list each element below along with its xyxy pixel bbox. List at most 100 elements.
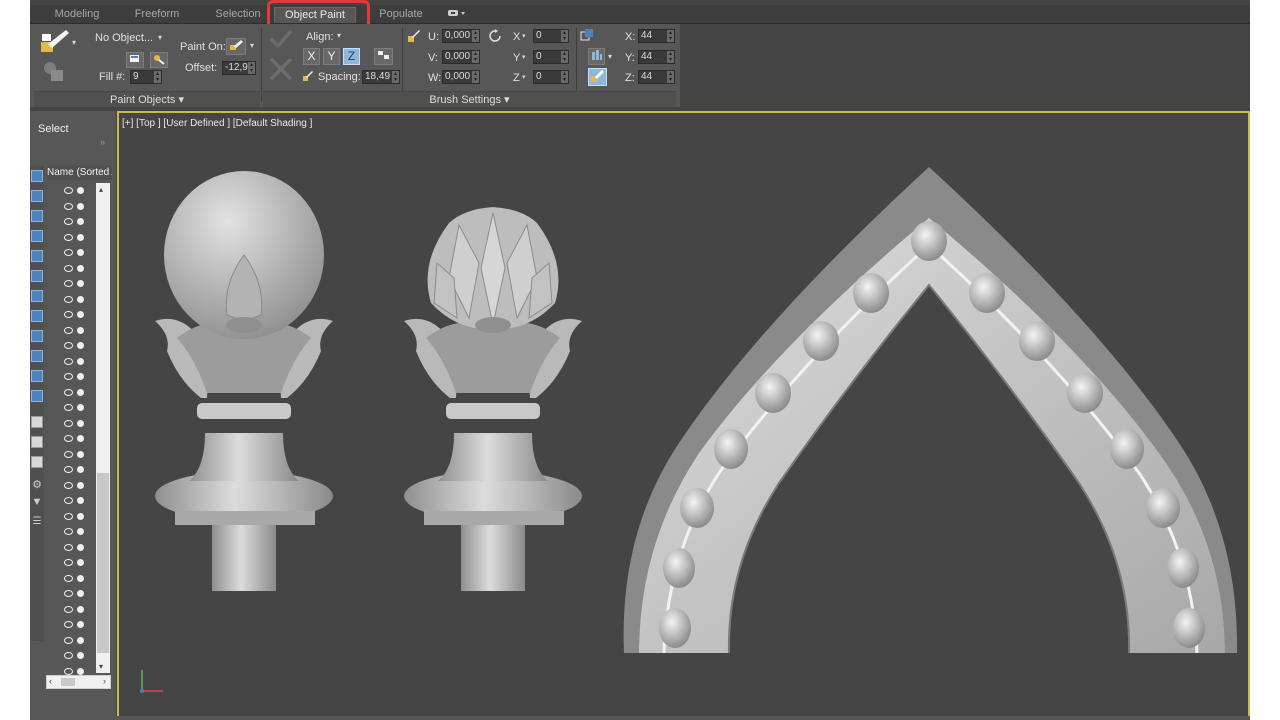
list-item[interactable] xyxy=(64,184,94,198)
freeze-dot-icon[interactable] xyxy=(77,528,84,535)
fill-number-spinner[interactable]: 9 ▴ ▾ xyxy=(130,70,162,84)
rot-x-dropdown-icon[interactable]: ▾ xyxy=(522,32,526,40)
egg-finial-model[interactable] xyxy=(155,171,333,591)
tab-populate[interactable]: Populate xyxy=(366,7,436,23)
filter-funnel-icon[interactable]: ▼ xyxy=(30,496,44,508)
visibility-eye-icon[interactable] xyxy=(64,435,73,442)
freeze-dot-icon[interactable] xyxy=(77,450,84,458)
list-item[interactable] xyxy=(64,308,94,322)
align-dropdown-icon[interactable]: ▾ xyxy=(337,31,341,40)
visibility-eye-icon[interactable] xyxy=(64,621,73,628)
rot-z-spinner[interactable]: 0 ▴ ▾ xyxy=(533,70,569,84)
offset-spinner[interactable]: -12,9 ▴ ▾ xyxy=(222,61,256,75)
visibility-eye-icon[interactable] xyxy=(64,295,73,303)
list-item[interactable] xyxy=(64,262,94,276)
visibility-eye-icon[interactable] xyxy=(64,218,73,225)
paint-objects-footer[interactable]: Paint Objects ▾ xyxy=(34,91,260,107)
visibility-eye-icon[interactable] xyxy=(64,249,73,256)
freeze-dot-icon[interactable] xyxy=(77,590,84,597)
filter-bones-icon[interactable] xyxy=(31,330,43,342)
tab-freeform[interactable]: Freeform xyxy=(120,7,194,23)
freeze-dot-icon[interactable] xyxy=(77,512,84,520)
filter-groups-icon[interactable] xyxy=(31,290,43,302)
visibility-eye-icon[interactable] xyxy=(64,667,73,675)
freeze-dot-icon[interactable] xyxy=(77,621,84,628)
list-item[interactable] xyxy=(64,293,94,307)
cancel-x-icon[interactable] xyxy=(268,56,294,82)
visibility-eye-icon[interactable] xyxy=(64,233,73,241)
list-item[interactable] xyxy=(64,618,94,632)
scroll-down-icon[interactable]: ▾ xyxy=(99,662,103,671)
freeze-dot-icon[interactable] xyxy=(77,233,84,241)
visibility-eye-icon[interactable] xyxy=(64,605,73,613)
scrollbar-thumb[interactable] xyxy=(97,473,109,653)
scroll-up-icon[interactable]: ▴ xyxy=(99,185,103,194)
visibility-eye-icon[interactable] xyxy=(64,404,73,411)
list-item[interactable] xyxy=(64,324,94,338)
freeze-dot-icon[interactable] xyxy=(77,295,84,303)
visibility-eye-icon[interactable] xyxy=(64,187,73,194)
freeze-dot-icon[interactable] xyxy=(77,466,84,473)
display-none-icon[interactable] xyxy=(31,436,43,448)
list-item[interactable] xyxy=(64,448,94,462)
align-y-button[interactable]: Y xyxy=(323,48,340,65)
rot-y-spinner[interactable]: 0 ▴ ▾ xyxy=(533,50,569,64)
tab-modeling[interactable]: Modeling xyxy=(38,7,116,23)
freeze-dot-icon[interactable] xyxy=(77,652,84,659)
filter-cameras-icon[interactable] xyxy=(31,230,43,242)
name-column-header[interactable]: Name (Sorted A xyxy=(47,166,112,180)
list-item[interactable] xyxy=(64,355,94,369)
visibility-eye-icon[interactable] xyxy=(64,388,73,396)
scale-x-spinner[interactable]: 44 ▴ ▾ xyxy=(638,29,675,43)
list-item[interactable] xyxy=(64,339,94,353)
freeze-dot-icon[interactable] xyxy=(77,497,84,504)
no-object-label[interactable]: No Object... xyxy=(95,32,153,44)
filter-frozen-icon[interactable] xyxy=(31,370,43,382)
list-item[interactable] xyxy=(64,572,94,586)
scale-z-spinner[interactable]: 44 ▴ ▾ xyxy=(638,70,675,84)
visibility-eye-icon[interactable] xyxy=(64,264,73,272)
visibility-eye-icon[interactable] xyxy=(64,450,73,458)
explorer-horizontal-scrollbar[interactable]: ‹ › xyxy=(46,675,111,689)
scroll-left-icon[interactable]: ‹ xyxy=(49,676,52,686)
freeze-dot-icon[interactable] xyxy=(77,326,84,334)
rot-y-dropdown-icon[interactable]: ▾ xyxy=(522,53,526,61)
freeze-dot-icon[interactable] xyxy=(77,218,84,225)
list-item[interactable] xyxy=(64,417,94,431)
brush-settings-footer[interactable]: Brush Settings ▾ xyxy=(263,91,676,107)
freeze-dot-icon[interactable] xyxy=(77,404,84,411)
freeze-dot-icon[interactable] xyxy=(77,605,84,613)
list-item[interactable] xyxy=(64,370,94,384)
freeze-dot-icon[interactable] xyxy=(77,249,84,256)
visibility-eye-icon[interactable] xyxy=(64,543,73,551)
paint-objects-icon[interactable] xyxy=(40,58,70,84)
freeze-dot-icon[interactable] xyxy=(77,202,84,210)
freeze-dot-icon[interactable] xyxy=(77,373,84,380)
visibility-eye-icon[interactable] xyxy=(64,528,73,535)
scale-lock-button[interactable] xyxy=(588,48,605,65)
list-item[interactable] xyxy=(64,634,94,648)
no-object-dropdown-icon[interactable]: ▾ xyxy=(158,33,162,42)
visibility-eye-icon[interactable] xyxy=(64,574,73,582)
filter-shapes-icon[interactable] xyxy=(31,190,43,202)
freeze-dot-icon[interactable] xyxy=(77,357,84,365)
freeze-dot-icon[interactable] xyxy=(77,574,84,582)
spacing-brush-icon[interactable] xyxy=(302,70,314,82)
paint-brush-dropdown-icon[interactable]: ▾ xyxy=(70,38,78,47)
list-item[interactable] xyxy=(64,603,94,617)
freeze-dot-icon[interactable] xyxy=(77,435,84,442)
explorer-vertical-scrollbar[interactable]: ▴ ▾ xyxy=(96,183,110,673)
filter-containers-icon[interactable] xyxy=(31,350,43,362)
visibility-eye-icon[interactable] xyxy=(64,202,73,210)
freeze-dot-icon[interactable] xyxy=(77,388,84,396)
list-item[interactable] xyxy=(64,200,94,214)
visibility-eye-icon[interactable] xyxy=(64,636,73,644)
visibility-eye-icon[interactable] xyxy=(64,497,73,504)
freeze-dot-icon[interactable] xyxy=(77,264,84,272)
pick-object-button[interactable] xyxy=(126,52,144,68)
freeze-dot-icon[interactable] xyxy=(77,311,84,318)
filter-lights-icon[interactable] xyxy=(31,210,43,222)
list-item[interactable] xyxy=(64,401,94,415)
list-item[interactable] xyxy=(64,215,94,229)
align-x-button[interactable]: X xyxy=(303,48,320,65)
